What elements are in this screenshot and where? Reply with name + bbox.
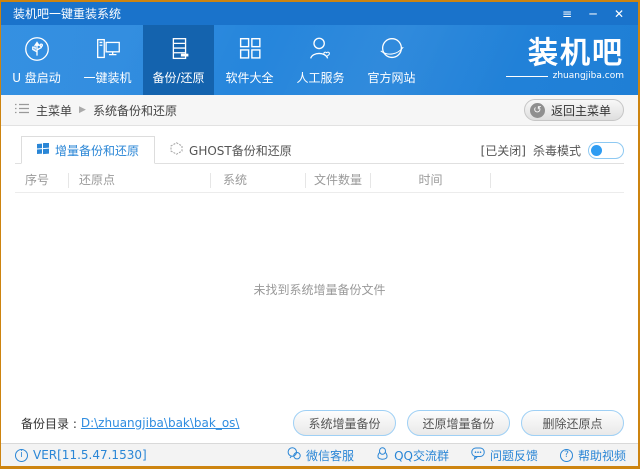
nav-item-software[interactable]: 软件大全 xyxy=(214,25,285,95)
column-header-index: 序号 xyxy=(15,173,69,188)
status-link-label: QQ交流群 xyxy=(394,447,449,464)
person-icon xyxy=(306,34,336,64)
column-header-file-count: 文件数量 xyxy=(306,173,371,188)
restore-incremental-backup-button[interactable]: 还原增量备份 xyxy=(407,410,510,436)
tab-incremental-backup[interactable]: 增量备份和还原 xyxy=(21,136,155,164)
nav-item-label: 官方网站 xyxy=(367,69,415,86)
toggle-knob xyxy=(591,145,602,156)
antivirus-mode-label: 杀毒模式 xyxy=(533,142,581,159)
back-button-label: 返回主菜单 xyxy=(551,102,611,119)
nav-item-usb-boot[interactable]: U 盘启动 xyxy=(1,25,72,95)
brand-logo[interactable]: 装机吧 zhuangjiba.com xyxy=(506,25,624,95)
backup-directory-link[interactable]: D:\zhuangjiba\bak\bak_os\ xyxy=(81,416,240,430)
status-link-label: 帮助视频 xyxy=(578,447,626,464)
system-incremental-backup-button[interactable]: 系统增量备份 xyxy=(293,410,396,436)
breadcrumb-current: 系统备份和还原 xyxy=(93,102,177,119)
menu-list-icon xyxy=(15,103,29,117)
tab-label: 增量备份和还原 xyxy=(55,142,139,159)
tab-label: GHOST备份和还原 xyxy=(189,142,292,159)
help-video-link[interactable]: ? 帮助视频 xyxy=(560,447,626,464)
backup-directory-label: 备份目录 : xyxy=(21,415,77,432)
qq-group-link[interactable]: QQ交流群 xyxy=(376,447,449,464)
version-text: VER[11.5.47.1530] xyxy=(33,448,147,462)
ghost-icon xyxy=(170,142,183,158)
info-icon: i xyxy=(15,449,28,462)
nav-item-support[interactable]: 人工服务 xyxy=(285,25,356,95)
antivirus-mode: [已关闭] 杀毒模式 xyxy=(481,142,624,159)
breadcrumb-root[interactable]: 主菜单 xyxy=(36,102,72,119)
help-icon: ? xyxy=(560,449,573,462)
qq-icon xyxy=(376,447,389,463)
status-links: 微信客服 QQ交流群 xyxy=(287,447,626,464)
tab-ghost-backup[interactable]: GHOST备份和还原 xyxy=(155,136,307,164)
computer-icon xyxy=(92,34,124,64)
window-title: 装机吧一键重装系统 xyxy=(13,5,121,22)
antivirus-toggle[interactable] xyxy=(588,142,624,159)
table-header: 序号 还原点 系统 文件数量 时间 xyxy=(15,168,624,193)
wechat-icon xyxy=(287,447,301,463)
nav-item-backup-restore[interactable]: 备份/还原 xyxy=(143,25,214,95)
column-header-restore-point: 还原点 xyxy=(69,173,211,188)
feedback-link[interactable]: 问题反馈 xyxy=(471,447,538,464)
logo-text: 装机吧 xyxy=(528,39,624,69)
tab-strip: 增量备份和还原 GHOST备份和还原 xyxy=(21,136,307,164)
menu-icon[interactable]: ≡ xyxy=(556,5,578,23)
close-icon[interactable]: ✕ xyxy=(608,5,630,23)
feedback-icon xyxy=(471,447,485,463)
globe-icon xyxy=(377,34,407,64)
server-icon xyxy=(164,34,194,64)
column-header-filler xyxy=(491,173,624,188)
antivirus-status: [已关闭] xyxy=(481,142,526,159)
footer-action-bar: 备份目录 : D:\zhuangjiba\bak\bak_os\ 系统增量备份 … xyxy=(1,409,638,437)
nav-item-website[interactable]: 官方网站 xyxy=(356,25,427,95)
breadcrumb: 主菜单 ▶ 系统备份和还原 xyxy=(15,102,177,119)
column-header-time: 时间 xyxy=(371,173,491,188)
content-panel: 增量备份和还原 GHOST备份和还原 [已关闭] 杀毒模式 序号 还原点 系统 … xyxy=(1,126,638,443)
status-link-label: 问题反馈 xyxy=(490,447,538,464)
wechat-service-link[interactable]: 微信客服 xyxy=(287,447,354,464)
empty-state-message: 未找到系统增量备份文件 xyxy=(15,281,624,298)
back-to-main-menu-button[interactable]: ↺ 返回主菜单 xyxy=(524,99,624,121)
nav-item-label: 一键装机 xyxy=(83,69,131,86)
nav-item-one-key-install[interactable]: 一键装机 xyxy=(72,25,143,95)
delete-restore-point-button[interactable]: 删除还原点 xyxy=(521,410,624,436)
status-link-label: 微信客服 xyxy=(306,447,354,464)
logo-divider xyxy=(506,76,548,77)
grid-icon xyxy=(235,34,265,64)
logo-domain: zhuangjiba.com xyxy=(553,71,624,81)
breadcrumb-bar: 主菜单 ▶ 系统备份和还原 ↺ 返回主菜单 xyxy=(1,95,638,126)
breadcrumb-separator-icon: ▶ xyxy=(79,105,86,115)
nav-item-label: 备份/还原 xyxy=(152,69,204,86)
title-bar: 装机吧一键重装系统 ≡ ─ ✕ xyxy=(1,2,638,25)
usb-icon xyxy=(22,34,52,64)
back-arrow-icon: ↺ xyxy=(530,103,545,118)
desktop-frame: 装机吧一键重装系统 ≡ ─ ✕ U 盘启动 xyxy=(0,0,640,469)
status-bar: i VER[11.5.47.1530] 微信客服 xyxy=(1,443,638,466)
backup-directory: 备份目录 : D:\zhuangjiba\bak\bak_os\ xyxy=(21,415,239,432)
column-header-system: 系统 xyxy=(211,173,306,188)
nav-item-label: 软件大全 xyxy=(225,69,273,86)
app-window: 装机吧一键重装系统 ≡ ─ ✕ U 盘启动 xyxy=(1,2,638,466)
nav-item-label: U 盘启动 xyxy=(12,69,61,86)
footer-buttons: 系统增量备份 还原增量备份 删除还原点 xyxy=(293,410,624,436)
window-controls: ≡ ─ ✕ xyxy=(556,5,630,23)
minimize-icon[interactable]: ─ xyxy=(582,5,604,23)
version-info: i VER[11.5.47.1530] xyxy=(15,448,147,462)
windows-flag-icon xyxy=(37,143,49,158)
nav-item-label: 人工服务 xyxy=(296,69,344,86)
main-nav: U 盘启动 一键装机 备份/还原 xyxy=(1,25,638,95)
